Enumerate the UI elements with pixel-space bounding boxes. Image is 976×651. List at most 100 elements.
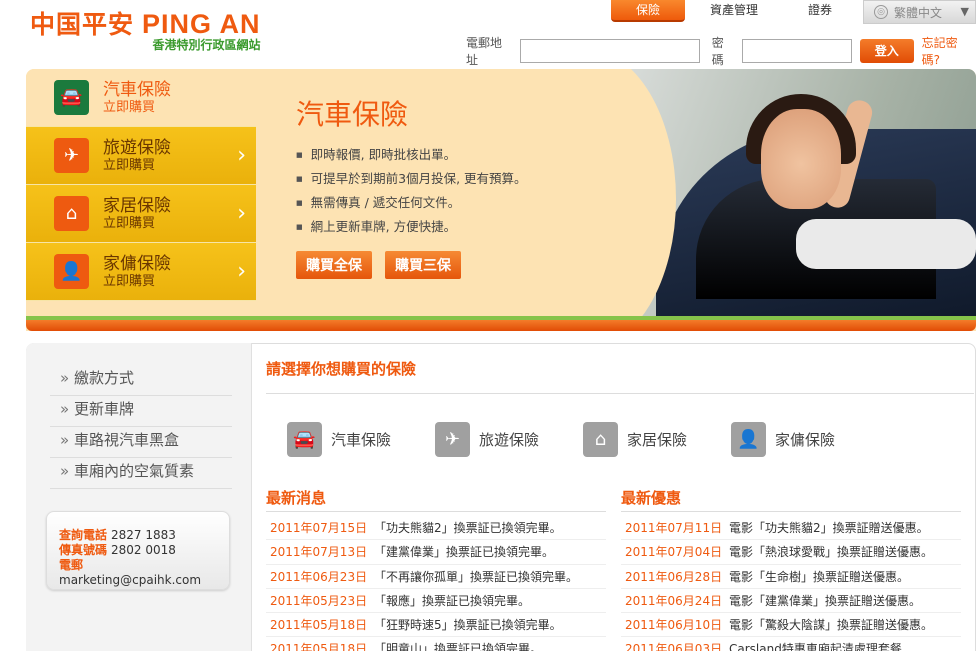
fax-value: 2802 0018 — [111, 543, 176, 557]
news-text[interactable]: 「狂野時速5」換票証已換領完畢。 — [374, 613, 562, 636]
news-item[interactable]: 2011年05月18日 「明童山」換票証已換領完畢。 — [266, 637, 606, 651]
tab-travel-insurance[interactable]: ✈ 旅遊保險 立即購買 › — [26, 127, 256, 185]
tab-subtitle: 立即購買 — [103, 157, 156, 173]
plane-icon: ✈ — [54, 138, 89, 173]
news-date: 2011年05月18日 — [270, 642, 368, 651]
option-travel-insurance[interactable]: ✈ 旅遊保險 — [435, 422, 583, 457]
phone-label: 查詢電話 — [59, 528, 108, 542]
helper-icon: 👤 — [54, 254, 89, 289]
offer-text[interactable]: 電影「驚殺大陰謀」換票証贈送優惠。 — [729, 613, 933, 636]
offer-text[interactable]: 電影「建黨偉業」換票証贈送優惠。 — [729, 589, 921, 612]
tab-helper-insurance[interactable]: 👤 家傭保險 立即購買 › — [26, 243, 256, 301]
option-home-insurance[interactable]: ⌂ 家居保險 — [583, 422, 731, 457]
face-shape — [761, 109, 841, 209]
tab-title: 家居保險 — [103, 195, 171, 216]
chevron-right-icon: › — [237, 143, 246, 168]
offer-date: 2011年06月10日 — [625, 618, 723, 633]
option-car-insurance[interactable]: 🚘 汽車保險 — [287, 422, 435, 457]
tab-subtitle: 立即購買 — [103, 99, 156, 115]
news-text[interactable]: 「報應」換票証已換領完畢。 — [374, 589, 530, 612]
offer-item[interactable]: 2011年06月24日 電影「建黨偉業」換票証贈送優惠。 — [621, 589, 961, 614]
contact-box: 查詢電話 2827 1883 傳真號碼 2802 0018 電郵marketing@… — [46, 511, 230, 590]
offers-title: 最新優惠 — [621, 489, 682, 507]
divider — [621, 511, 961, 512]
sidebar-link-blackbox[interactable]: 車路視汽車黑盒 — [50, 428, 232, 458]
offer-item[interactable]: 2011年06月28日 電影「生命樹」換票証贈送優惠。 — [621, 565, 961, 589]
plane-icon: ✈ — [435, 422, 470, 457]
promo-bullets: 即時報價, 即時批核出單。 可提早於到期前3個月投保, 更有預算。 無需傳真 /… — [296, 143, 527, 239]
sidebar-link-renew-plate[interactable]: 更新車牌 — [50, 397, 232, 427]
offer-text[interactable]: Carsland特惠車廂起清處理套餐 — [729, 637, 902, 651]
news-item[interactable]: 2011年05月18日 「狂野時速5」換票証已換領完畢。 — [266, 613, 606, 638]
sidebar-link-payment[interactable]: 繳款方式 — [50, 366, 232, 396]
buy-comprehensive-button[interactable]: 購買全保 — [296, 251, 372, 279]
email-input[interactable] — [519, 39, 700, 63]
banner-divider-orange — [26, 320, 976, 331]
shirt-shape — [796, 219, 976, 269]
forgot-password-link[interactable]: 忘記密碼? — [922, 34, 976, 68]
tab-title: 旅遊保險 — [103, 137, 171, 158]
offer-text[interactable]: 電影「生命樹」換票証贈送優惠。 — [729, 565, 909, 588]
globe-icon: ◎ — [874, 5, 888, 19]
sidebar-links: 繳款方式 更新車牌 車路視汽車黑盒 車廂內的空氣質素 — [50, 366, 232, 490]
option-label: 旅遊保險 — [479, 431, 540, 449]
banner-photo — [626, 69, 976, 319]
car-icon: 🚘 — [54, 80, 89, 115]
news-text[interactable]: 「不再讓你孤單」換票証已換領完畢。 — [374, 565, 578, 588]
insurance-options: 🚘 汽車保險 ✈ 旅遊保險 ⌂ 家居保險 👤 家傭保險 — [287, 422, 879, 457]
tab-subtitle: 立即購買 — [103, 273, 156, 289]
offer-text[interactable]: 電影「功夫熊貓2」換票証贈送優惠。 — [729, 516, 929, 539]
phone-value: 2827 1883 — [111, 528, 176, 542]
offer-date: 2011年06月28日 — [625, 569, 723, 584]
password-input[interactable] — [741, 39, 852, 63]
option-label: 家居保險 — [627, 431, 688, 449]
news-item[interactable]: 2011年07月13日 「建黨偉業」換票証已換領完畢。 — [266, 540, 606, 565]
news-item[interactable]: 2011年05月23日 「報應」換票証已換領完畢。 — [266, 589, 606, 614]
promo-bullet: 即時報價, 即時批核出單。 — [296, 143, 527, 167]
tab-home-insurance[interactable]: ⌂ 家居保險 立即購買 › — [26, 185, 256, 243]
offer-item[interactable]: 2011年06月10日 電影「驚殺大陰謀」換票証贈送優惠。 — [621, 613, 961, 638]
nav-asset-management[interactable]: 資產管理 — [697, 0, 771, 22]
option-helper-insurance[interactable]: 👤 家傭保險 — [731, 422, 879, 457]
login-form: 電郵地址 密碼 登入 忘記密碼? — [466, 34, 976, 68]
tab-car-insurance[interactable]: 🚘 汽車保險 立即購買 — [26, 69, 256, 127]
chevron-right-icon: › — [237, 201, 246, 226]
news-text[interactable]: 「建黨偉業」換票証已換領完畢。 — [374, 540, 554, 563]
dropdown-arrow-icon: ▼ — [960, 5, 969, 18]
offer-date: 2011年06月24日 — [625, 593, 723, 608]
email-value[interactable]: marketing@cpaihk.com — [59, 573, 201, 587]
sidebar-link-air-quality[interactable]: 車廂內的空氣質素 — [50, 459, 232, 489]
password-label: 密碼 — [711, 36, 724, 67]
news-text[interactable]: 「功夫熊貓2」換票証已換領完畢。 — [374, 516, 562, 539]
promo-title: 汽車保險 — [296, 98, 409, 131]
promo-bullet: 無需傳真 / 遞交任何文件。 — [296, 191, 527, 215]
tab-subtitle: 立即購買 — [103, 215, 156, 231]
nav-securities[interactable]: 證券 — [783, 0, 857, 22]
logo[interactable]: 中国平安 PING AN 香港特別行政區網站 — [30, 10, 261, 52]
news-item[interactable]: 2011年06月23日 「不再讓你孤單」換票証已換領完畢。 — [266, 565, 606, 589]
news-item[interactable]: 2011年07月15日 「功夫熊貓2」換票証已換領完畢。 — [266, 516, 606, 541]
offer-item[interactable]: 2011年06月03日 Carsland特惠車廂起清處理套餐 — [621, 637, 961, 651]
tab-title: 家傭保險 — [103, 253, 171, 274]
offer-date: 2011年06月03日 — [625, 642, 723, 651]
promo-bullet: 網上更新車牌, 方便快捷。 — [296, 215, 527, 239]
home-icon: ⌂ — [54, 196, 89, 231]
language-value: 繁體中文 — [894, 5, 943, 20]
language-select[interactable]: ◎ 繁體中文 ▼ — [863, 0, 976, 24]
logo-chinese: 中国平安 — [30, 10, 135, 39]
news-date: 2011年07月13日 — [270, 545, 368, 560]
hero-banner: 🚘 汽車保險 立即購買 ✈ 旅遊保險 立即購買 › ⌂ 家居保險 立即購買 › 👤 家… — [26, 69, 976, 331]
offer-date: 2011年07月04日 — [625, 545, 723, 560]
news-date: 2011年06月23日 — [270, 569, 368, 584]
chevron-right-icon: › — [237, 259, 246, 284]
offer-text[interactable]: 電影「熱浪球愛戰」換票証贈送優惠。 — [729, 540, 933, 563]
news-list: 2011年07月15日 「功夫熊貓2」換票証已換領完畢。 2011年07月13日「… — [266, 516, 606, 651]
news-text[interactable]: 「明童山」換票証已換領完畢。 — [374, 637, 542, 651]
offer-item[interactable]: 2011年07月04日 電影「熱浪球愛戰」換票証贈送優惠。 — [621, 540, 961, 565]
offer-item[interactable]: 2011年07月11日 電影「功夫熊貓2」換票証贈送優惠。 — [621, 516, 961, 541]
nav-insurance[interactable]: 保險 — [611, 0, 685, 22]
login-button[interactable]: 登入 — [859, 39, 914, 63]
top-nav: 保險 資產管理 證券 — [611, 0, 869, 22]
divider — [266, 511, 606, 512]
buy-third-party-button[interactable]: 購買三保 — [385, 251, 461, 279]
